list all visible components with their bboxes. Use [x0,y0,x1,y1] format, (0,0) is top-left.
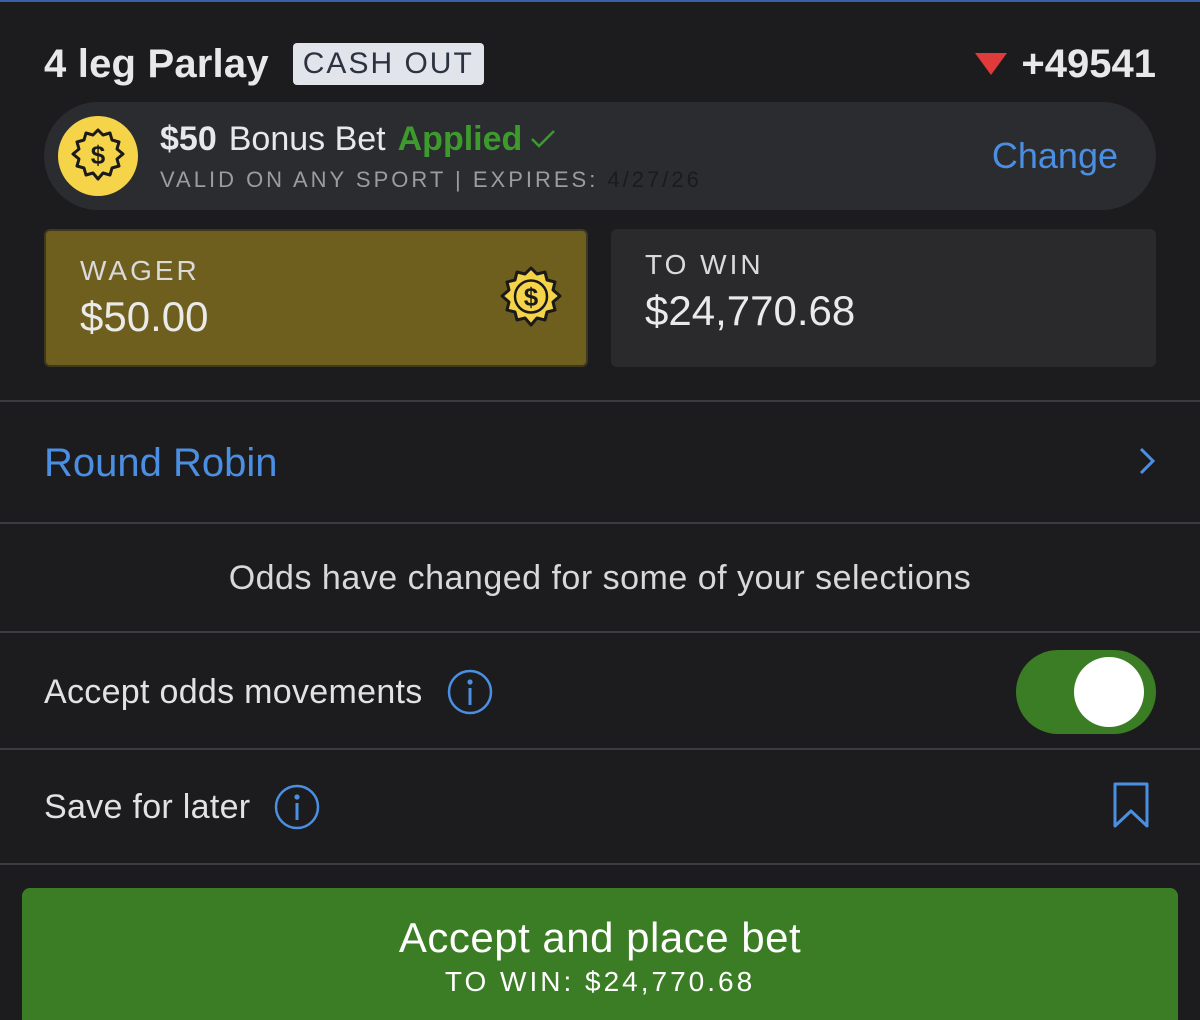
save-later-row: Save for later [44,750,1156,864]
chevron-right-icon [1138,446,1156,481]
bonus-amount: $50 [160,119,217,158]
accept-odds-label: Accept odds movements [44,672,423,711]
save-later-label: Save for later [44,787,251,826]
accept-and-place-bet-button[interactable]: Accept and place bet TO WIN: $24,770.68 [22,888,1178,1020]
cta-to-win: TO WIN: $24,770.68 [444,966,756,997]
svg-text:$: $ [91,140,106,170]
dollar-coin-icon: $ [498,265,564,331]
odds-changed-notice: Odds have changed for some of your selec… [228,558,972,597]
bonus-text: $50 Bonus Bet Applied VALID ON ANY SPORT… [160,120,702,193]
divider [0,400,1200,402]
svg-text:$: $ [524,282,539,312]
cash-out-badge: CASH OUT [292,43,484,85]
divider [0,863,1200,865]
bookmark-icon[interactable] [1112,781,1150,834]
info-icon[interactable] [447,669,493,715]
bet-header: 4 leg Parlay CASH OUT +49541 [44,38,1156,90]
bonus-detail: VALID ON ANY SPORT | EXPIRES: [160,166,608,192]
accept-odds-row: Accept odds movements [44,635,1156,749]
change-bonus-link[interactable]: Change [992,135,1118,177]
down-triangle-icon [975,53,1008,75]
wager-field[interactable]: WAGER $50.00 $ [44,229,588,367]
accept-odds-toggle[interactable] [1016,650,1156,734]
wager-label: WAGER [80,255,200,286]
parlay-odds: +49541 [1021,41,1156,86]
bonus-validity: VALID ON ANY SPORT | EXPIRES: 4/27/26 [160,167,702,193]
bonus-label: Bonus Bet [228,119,386,158]
parlay-title: 4 leg Parlay [44,41,269,86]
checkmark-icon [530,120,556,159]
divider [0,631,1200,633]
bet-slip: 4 leg Parlay CASH OUT +49541 $ $50 Bonus… [0,0,1200,1020]
info-icon[interactable] [274,784,320,830]
to-win-label: TO WIN [645,249,764,280]
toggle-knob [1074,657,1144,727]
round-robin-label: Round Robin [44,440,278,485]
dollar-coin-icon: $ [58,116,138,196]
round-robin-row[interactable]: Round Robin [44,404,1156,522]
to-win-field: TO WIN $24,770.68 [611,229,1156,367]
bonus-bet-banner: $ $50 Bonus Bet Applied VALID ON ANY SPO… [44,102,1156,210]
odds-display: +49541 [975,42,1156,87]
to-win-value: $24,770.68 [645,287,856,334]
bonus-status: Applied [397,119,523,158]
cta-label: Accept and place bet [398,914,802,961]
bonus-expiry: 4/27/26 [607,166,702,192]
bonus-headline: $50 Bonus Bet Applied [160,120,702,159]
wager-value: $50.00 [80,293,209,340]
